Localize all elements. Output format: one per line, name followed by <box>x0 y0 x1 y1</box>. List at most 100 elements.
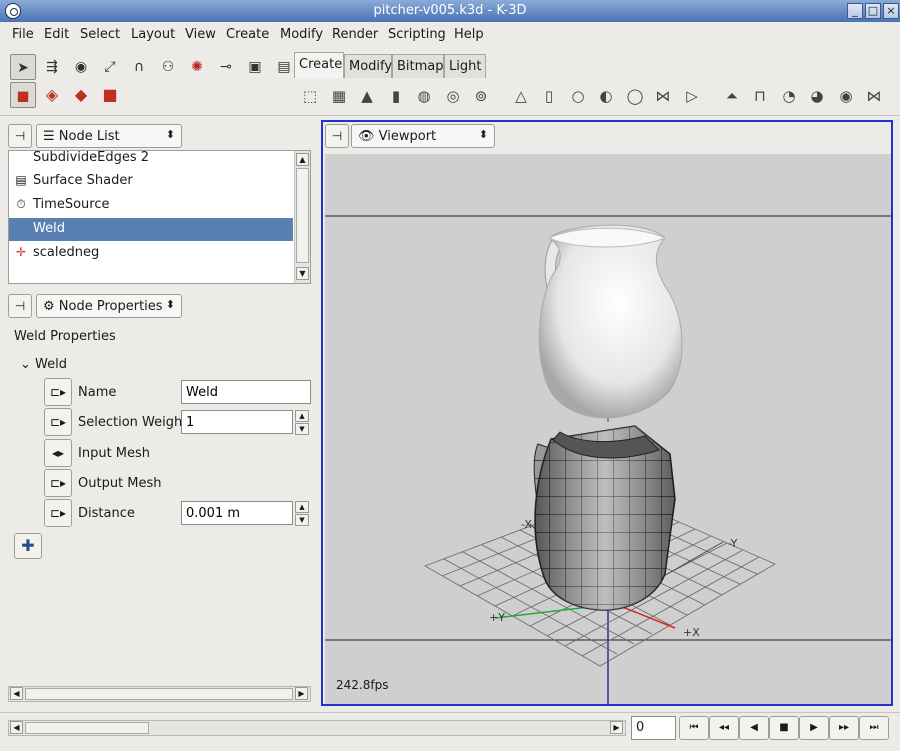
list-item[interactable]: ✛ scaledneg <box>9 242 293 265</box>
select-edge-mode-icon[interactable]: ◆ <box>68 82 94 108</box>
menu-help[interactable]: Help <box>454 27 484 42</box>
stopwatch-icon: ⏱ <box>16 197 26 211</box>
scroll-left-icon[interactable]: ◀ <box>10 687 23 700</box>
tab-bitmap[interactable]: Bitmap <box>392 54 444 78</box>
spin-down-icon[interactable]: ▼ <box>295 514 309 526</box>
tab-create[interactable]: Create <box>294 52 344 78</box>
viewport-combo[interactable]: 👁 Viewport ⬍ <box>351 124 495 148</box>
minimize-button[interactable]: _ <box>847 3 863 19</box>
viewport-panel: ⊣ 👁 Viewport ⬍ -X -Y +Y +X <box>321 120 893 706</box>
menu-edit[interactable]: Edit <box>44 27 69 42</box>
torus-primitive-icon[interactable]: ◎ <box>443 85 463 107</box>
snap-tool-icon[interactable]: ∩ <box>126 54 152 80</box>
connect-name-button[interactable]: ⊏▸ <box>44 378 72 406</box>
nurbs-sphere-icon[interactable]: ◕ <box>807 85 827 107</box>
connect-input-mesh-button[interactable]: ◂▸ <box>44 439 72 467</box>
quadric-torus-icon[interactable]: ◯ <box>625 85 645 107</box>
play-icon[interactable]: ▶ <box>799 716 829 740</box>
quadric-cone-icon[interactable]: △ <box>511 85 531 107</box>
scroll-thumb[interactable] <box>25 688 293 700</box>
sphere-primitive-icon[interactable]: ◍ <box>414 85 434 107</box>
connect-distance-button[interactable]: ⊏▸ <box>44 499 72 527</box>
spin-up-icon[interactable]: ▲ <box>295 501 309 513</box>
quadric-paraboloid-icon[interactable]: ▷ <box>682 85 702 107</box>
maximize-button[interactable]: □ <box>865 3 881 19</box>
quadric-disk-icon[interactable]: ○ <box>568 85 588 107</box>
slider-thumb[interactable] <box>25 722 149 734</box>
nurbs-cylinder-icon[interactable]: ⊓ <box>750 85 770 107</box>
play-reverse-icon[interactable]: ◀ <box>739 716 769 740</box>
move-tool-icon[interactable]: ⇶ <box>39 54 65 80</box>
disk-primitive-icon[interactable]: ⊚ <box>471 85 491 107</box>
nurbs-cone-icon[interactable]: ⏶ <box>722 85 742 107</box>
select-node-mode-icon[interactable]: ◼ <box>10 82 36 108</box>
tab-modify[interactable]: Modify <box>344 54 392 78</box>
pin-icon[interactable]: ⊣ <box>325 124 349 148</box>
scroll-down-icon[interactable]: ▼ <box>296 267 309 280</box>
node-list-scrollbar[interactable]: ▲ ▼ <box>294 151 310 283</box>
close-button[interactable]: × <box>883 3 899 19</box>
play-loop-icon[interactable]: ▸▸ <box>829 716 859 740</box>
select-tool-icon[interactable]: ➤ <box>10 54 36 80</box>
nurbs-hyperboloid-icon[interactable]: ⋈ <box>864 85 884 107</box>
properties-hscrollbar[interactable]: ◀ ▶ <box>8 686 311 702</box>
render-frame-icon[interactable]: ▣ <box>242 54 268 80</box>
menu-select[interactable]: Select <box>80 27 120 42</box>
name-field[interactable] <box>181 380 311 404</box>
quadric-cylinder-icon[interactable]: ▯ <box>539 85 559 107</box>
rotate-tool-icon[interactable]: ◉ <box>68 54 94 80</box>
menu-view[interactable]: View <box>185 27 216 42</box>
node-properties-combo[interactable]: ⚙ Node Properties ⬍ <box>36 294 182 318</box>
quadric-hyperboloid-icon[interactable]: ⋈ <box>653 85 673 107</box>
pin-icon[interactable]: ⊣ <box>8 294 32 318</box>
spin-down-icon[interactable]: ▼ <box>295 423 309 435</box>
scroll-up-icon[interactable]: ▲ <box>296 153 309 166</box>
list-item-selected[interactable]: Weld <box>9 218 293 241</box>
menu-layout[interactable]: Layout <box>131 27 175 42</box>
grid-primitive-icon[interactable]: ▦ <box>329 85 349 107</box>
stop-icon[interactable]: ■ <box>769 716 799 740</box>
property-label: Distance <box>78 506 135 521</box>
select-point-mode-icon[interactable]: ◈ <box>39 82 65 108</box>
add-property-button[interactable]: ✚ <box>14 533 42 559</box>
node-list-combo[interactable]: ☰ Node List ⬍ <box>36 124 182 148</box>
unparent-tool-icon[interactable]: ✺ <box>184 54 210 80</box>
scroll-right-icon[interactable]: ▶ <box>295 687 308 700</box>
frame-number-field[interactable]: 0 <box>631 716 676 740</box>
connect-output-mesh-button[interactable]: ⊏▸ <box>44 469 72 497</box>
scroll-right-icon[interactable]: ▶ <box>610 721 623 734</box>
property-label: Output Mesh <box>78 476 162 491</box>
nurbs-disk-icon[interactable]: ◔ <box>779 85 799 107</box>
tab-light[interactable]: Light <box>444 54 486 78</box>
list-item[interactable]: ⏱ TimeSource <box>9 194 293 217</box>
weld-group-expander[interactable]: ⌄ Weld <box>20 357 67 372</box>
menu-file[interactable]: File <box>12 27 34 42</box>
cylinder-primitive-icon[interactable]: ▮ <box>386 85 406 107</box>
menu-create[interactable]: Create <box>226 27 269 42</box>
cone-primitive-icon[interactable]: ▲ <box>357 85 377 107</box>
cube-primitive-icon[interactable]: ⬚ <box>300 85 320 107</box>
list-item[interactable]: ▤ Surface Shader <box>9 170 293 193</box>
pin-icon[interactable]: ⊣ <box>8 124 32 148</box>
scale-tool-icon[interactable]: ⤢ <box>97 54 123 80</box>
scroll-thumb[interactable] <box>296 168 309 263</box>
menu-modify[interactable]: Modify <box>280 27 323 42</box>
reverse-loop-icon[interactable]: ◂◂ <box>709 716 739 740</box>
connect-selection-weight-button[interactable]: ⊏▸ <box>44 408 72 436</box>
nurbs-torus-icon[interactable]: ◉ <box>836 85 856 107</box>
3d-viewport-canvas[interactable]: -X -Y +Y +X <box>325 154 891 704</box>
list-item[interactable]: SubdivideEdges 2 <box>9 151 293 170</box>
spin-up-icon[interactable]: ▲ <box>295 410 309 422</box>
first-frame-icon[interactable]: ⏮ <box>679 716 709 740</box>
menu-render[interactable]: Render <box>332 27 378 42</box>
menu-scripting[interactable]: Scripting <box>388 27 446 42</box>
last-frame-icon[interactable]: ⏭ <box>859 716 889 740</box>
selection-weight-field[interactable] <box>181 410 293 434</box>
parent-tool-icon[interactable]: ⚇ <box>155 54 181 80</box>
timeline-slider[interactable]: ◀ ▶ <box>8 720 626 736</box>
quadric-sphere-icon[interactable]: ◐ <box>596 85 616 107</box>
plug-tool-icon[interactable]: ⊸ <box>213 54 239 80</box>
select-face-mode-icon[interactable]: ■ <box>97 82 123 108</box>
distance-field[interactable] <box>181 501 293 525</box>
scroll-left-icon[interactable]: ◀ <box>10 721 23 734</box>
